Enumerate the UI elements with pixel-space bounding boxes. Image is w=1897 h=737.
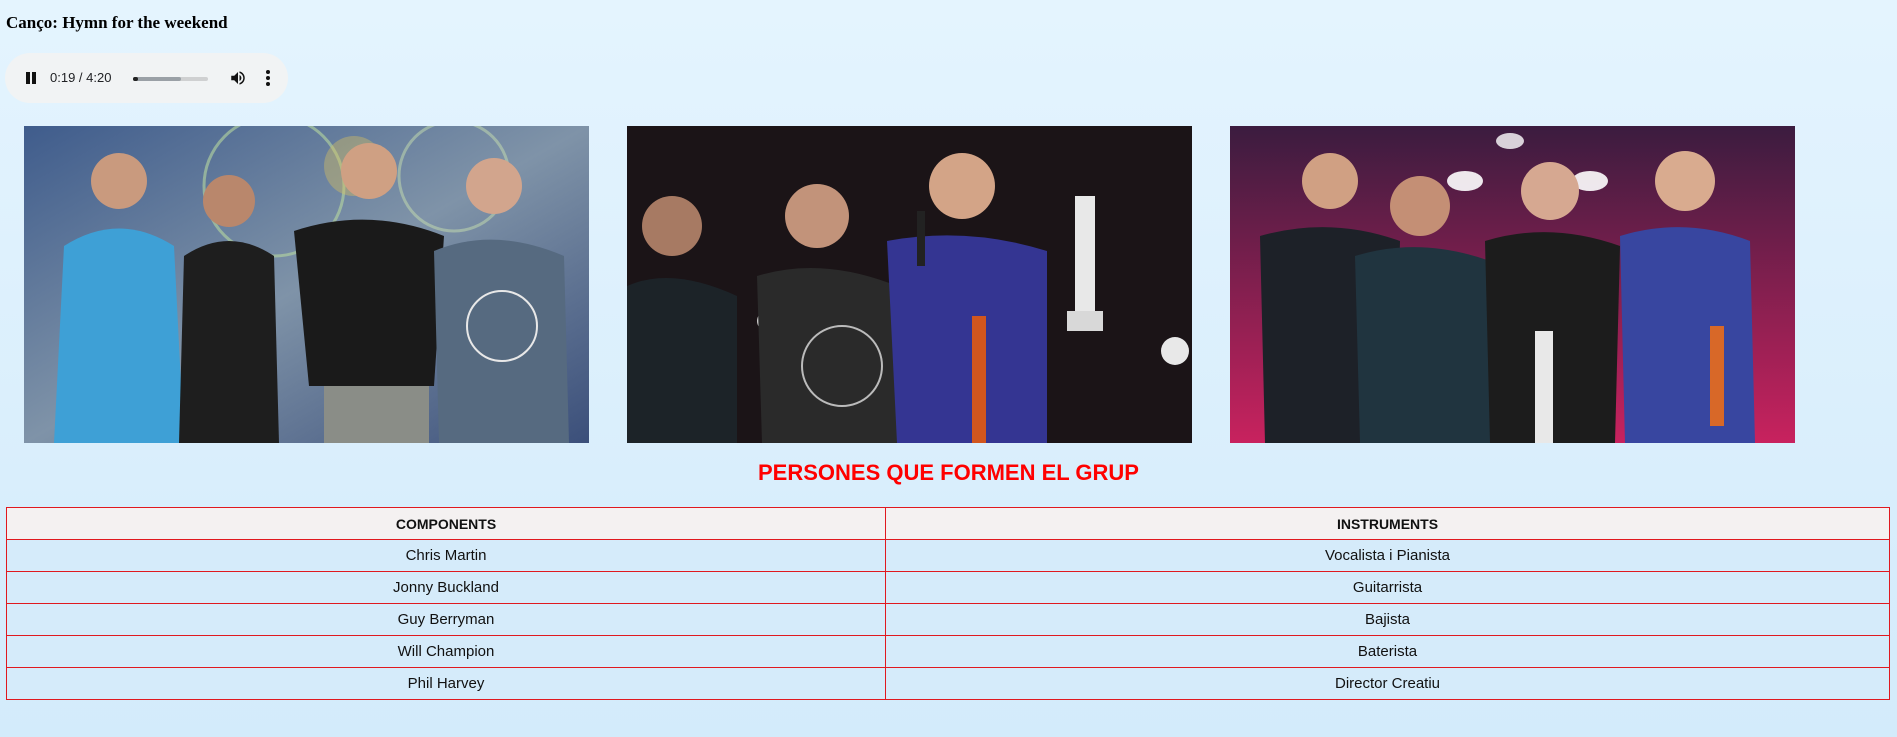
members-table: COMPONENTS INSTRUMENTS Chris Martin Voca… (6, 507, 1890, 700)
member-name: Phil Harvey (6, 667, 886, 700)
table-row: Will Champion Baterista (6, 635, 1890, 668)
table-row: Jonny Buckland Guitarrista (6, 571, 1890, 604)
table-row: Guy Berryman Bajista (6, 603, 1890, 636)
column-header-instruments: INSTRUMENTS (885, 507, 1890, 540)
volume-icon[interactable] (229, 69, 247, 87)
playback-time: 0:19 / 4:20 (50, 70, 112, 85)
table-row: Phil Harvey Director Creatiu (6, 667, 1890, 700)
member-name: Jonny Buckland (6, 571, 886, 604)
table-header-row: COMPONENTS INSTRUMENTS (6, 507, 1890, 540)
member-instrument: Baterista (885, 635, 1890, 668)
section-title: PERSONES QUE FORMEN EL GRUP (758, 460, 1139, 485)
member-instrument: Vocalista i Pianista (885, 539, 1890, 572)
column-header-components: COMPONENTS (6, 507, 886, 540)
member-name: Will Champion (6, 635, 886, 668)
band-photo-stage (24, 126, 589, 443)
table-row: Chris Martin Vocalista i Pianista (6, 539, 1890, 572)
member-instrument: Bajista (885, 603, 1890, 636)
member-name: Chris Martin (6, 539, 886, 572)
member-name: Guy Berryman (6, 603, 886, 636)
member-instrument: Director Creatiu (885, 667, 1890, 700)
band-photo-award-2 (1230, 126, 1795, 443)
more-vertical-icon[interactable] (264, 69, 272, 87)
audio-player[interactable]: 0:19 / 4:20 (5, 53, 288, 103)
song-title: Canço: Hymn for the weekend (6, 13, 228, 32)
seek-buffer (133, 77, 181, 81)
pause-icon[interactable] (23, 70, 39, 86)
band-photo-award (627, 126, 1192, 443)
member-instrument: Guitarrista (885, 571, 1890, 604)
seek-slider[interactable] (133, 77, 208, 81)
